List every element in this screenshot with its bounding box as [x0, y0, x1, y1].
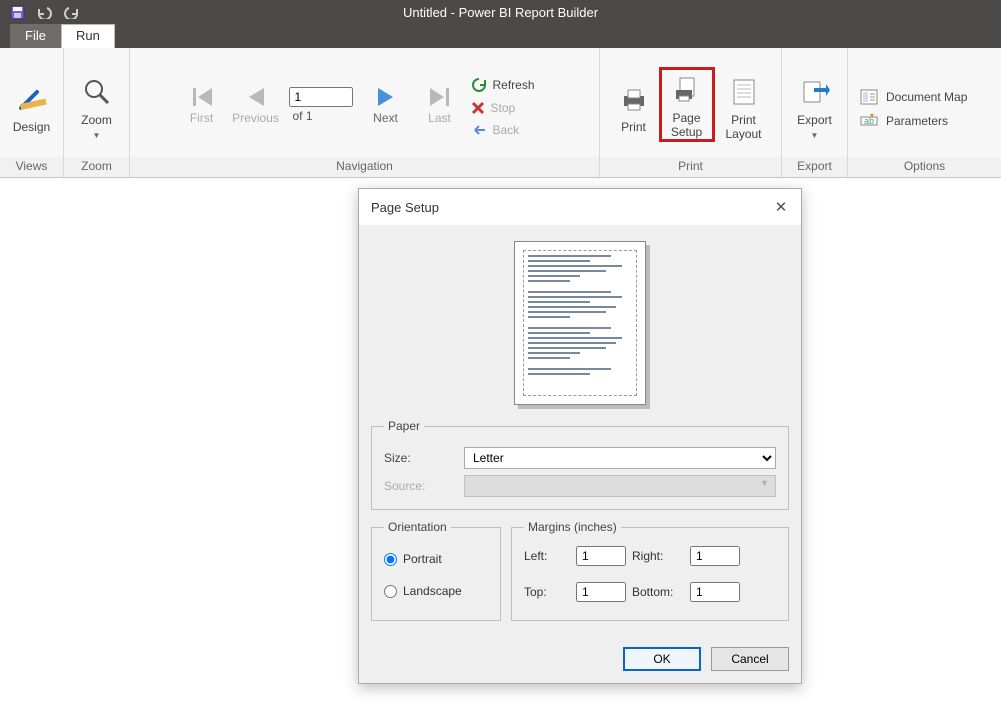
paper-group: Paper Size: Letter Source: — [371, 419, 789, 510]
landscape-radio[interactable] — [384, 585, 397, 598]
page-setup-dialog: Page Setup ✕ Pa — [358, 188, 802, 684]
next-button[interactable]: Next — [365, 85, 407, 125]
portrait-radio[interactable] — [384, 553, 397, 566]
chevron-down-icon: ▼ — [93, 131, 101, 140]
ribbon: Design Views Zoom ▼ Zoom First — [0, 48, 1001, 178]
group-zoom: Zoom ▼ Zoom — [64, 48, 130, 177]
page-total-label: of 1 — [293, 109, 313, 123]
group-print: Print PageSetup PrintLayout Print — [600, 48, 782, 177]
chevron-down-icon: ▼ — [811, 131, 819, 140]
margin-top-label: Top: — [524, 585, 576, 599]
window-title: Untitled - Power BI Report Builder — [403, 5, 598, 20]
parameters-button[interactable]: ab Parameters — [860, 113, 967, 129]
previous-button[interactable]: Previous — [235, 85, 277, 125]
dialog-titlebar: Page Setup ✕ — [359, 189, 801, 225]
source-label: Source: — [384, 479, 454, 493]
save-icon[interactable] — [10, 5, 25, 20]
margin-top-input[interactable] — [576, 582, 626, 602]
margin-right-input[interactable] — [690, 546, 740, 566]
group-export: Export ▼ Export — [782, 48, 848, 177]
quick-access-toolbar — [0, 5, 81, 20]
dialog-title: Page Setup — [371, 200, 439, 215]
group-options: Document Map ab Parameters Options — [848, 48, 1001, 177]
refresh-button[interactable]: Refresh — [471, 77, 549, 93]
page-setup-button[interactable]: PageSetup — [659, 67, 715, 142]
ok-button[interactable]: OK — [623, 647, 701, 671]
landscape-label: Landscape — [403, 584, 462, 598]
design-button[interactable]: Design — [6, 76, 57, 134]
print-button[interactable]: Print — [609, 76, 659, 134]
paper-source-select — [464, 475, 776, 497]
margin-bottom-label: Bottom: — [632, 585, 690, 599]
titlebar: Untitled - Power BI Report Builder — [0, 0, 1001, 24]
margin-bottom-input[interactable] — [690, 582, 740, 602]
size-label: Size: — [384, 451, 454, 465]
back-button[interactable]: Back — [471, 123, 549, 137]
tab-run[interactable]: Run — [61, 24, 115, 48]
orientation-group: Orientation Portrait Landscape — [371, 520, 501, 621]
page-preview — [514, 241, 646, 405]
document-map-button[interactable]: Document Map — [860, 89, 967, 105]
margin-left-label: Left: — [524, 549, 576, 563]
portrait-label: Portrait — [403, 552, 442, 566]
margin-left-input[interactable] — [576, 546, 626, 566]
ribbon-tabs: File Run — [0, 24, 1001, 48]
stop-button[interactable]: Stop — [471, 101, 549, 115]
close-icon[interactable]: ✕ — [773, 198, 789, 216]
nav-actions: Refresh Stop Back — [471, 73, 549, 137]
print-layout-button[interactable]: PrintLayout — [715, 69, 773, 141]
margin-right-label: Right: — [632, 549, 690, 563]
first-button[interactable]: First — [181, 85, 223, 125]
tab-file[interactable]: File — [10, 24, 61, 48]
undo-icon[interactable] — [35, 5, 53, 19]
redo-icon[interactable] — [63, 5, 81, 19]
last-button[interactable]: Last — [419, 85, 461, 125]
margins-group: Margins (inches) Left: Right: Top: Botto… — [511, 520, 789, 621]
svg-text:ab: ab — [864, 116, 874, 126]
group-views: Design Views — [0, 48, 64, 177]
cancel-button[interactable]: Cancel — [711, 647, 789, 671]
export-button[interactable]: Export ▼ — [788, 69, 841, 140]
zoom-button[interactable]: Zoom ▼ — [70, 69, 123, 140]
page-number-input[interactable] — [289, 87, 353, 107]
group-navigation: First Previous of 1 Next Last — [130, 48, 600, 177]
page-number-box: of 1 — [289, 87, 353, 123]
paper-size-select[interactable]: Letter — [464, 447, 776, 469]
